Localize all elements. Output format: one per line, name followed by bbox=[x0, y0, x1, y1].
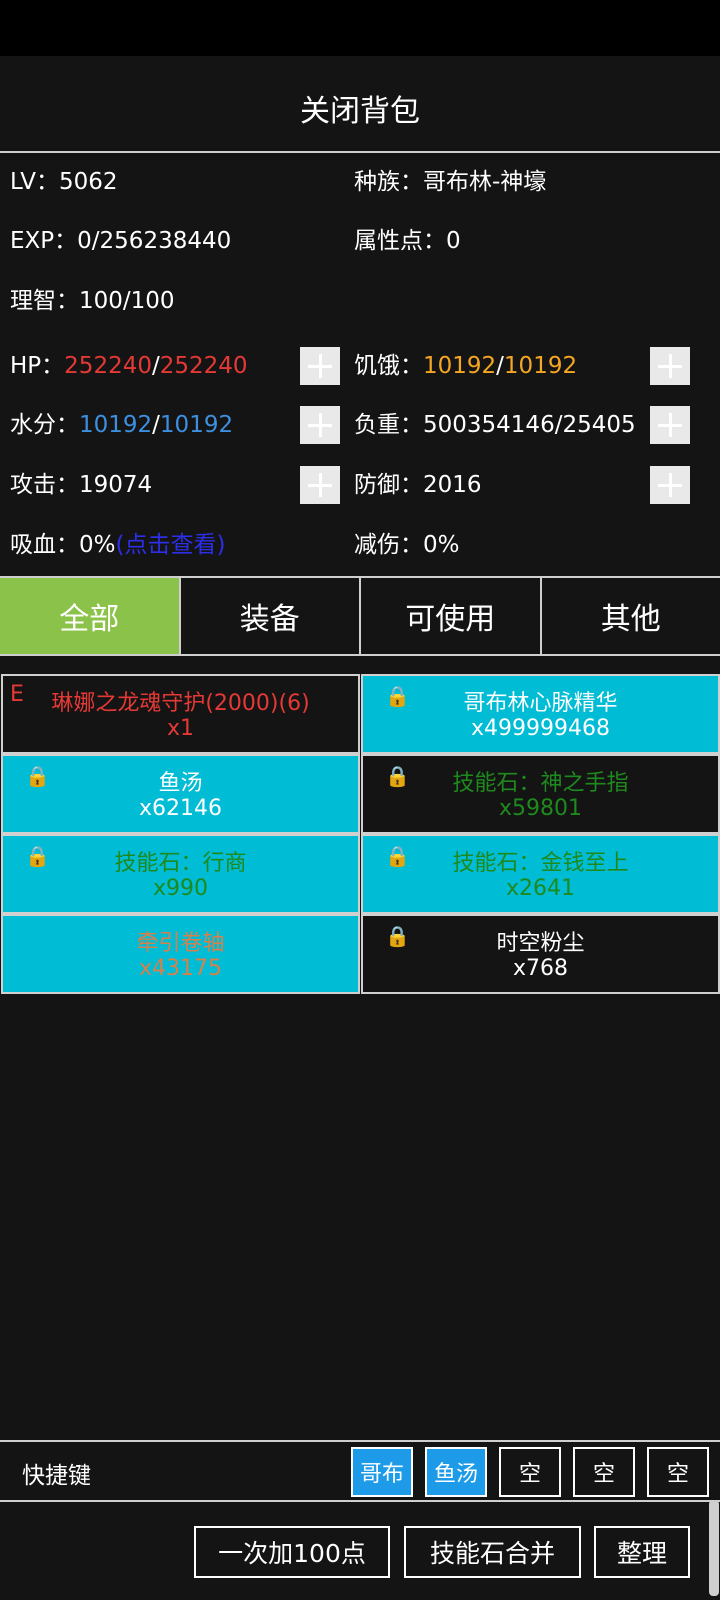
add-100-points-button[interactable]: 一次加100点 bbox=[194, 1526, 390, 1578]
item-name: 哥布林心脉精华 bbox=[463, 691, 618, 716]
hunger-stat: 饥饿：10192/10192 bbox=[354, 350, 577, 382]
category-tabs: 全部 装备 可使用 其他 bbox=[0, 576, 720, 656]
inventory-item[interactable]: 🔒 哥布林心脉精华 x499999468 bbox=[361, 674, 720, 754]
hp-plus-button[interactable] bbox=[300, 347, 340, 385]
lifesteal-label: 吸血：0% bbox=[10, 532, 116, 558]
race-stat: 种族：哥布林-神壕 bbox=[354, 169, 547, 195]
item-name: 技能石：金钱至上 bbox=[452, 851, 629, 876]
header: 关闭背包 bbox=[0, 56, 720, 153]
item-name: 琳娜之龙魂守护(2000)(6) bbox=[51, 691, 310, 716]
hunger-plus-button[interactable] bbox=[650, 347, 690, 385]
water-current: 10192 bbox=[79, 412, 153, 438]
merge-skill-stones-button[interactable]: 技能石合并 bbox=[404, 1526, 581, 1578]
item-quantity: x499999468 bbox=[471, 716, 610, 741]
close-bag-button[interactable]: 关闭背包 bbox=[0, 86, 720, 130]
water-separator: / bbox=[152, 412, 160, 438]
item-name: 技能石：行商 bbox=[114, 851, 247, 876]
hp-label: HP： bbox=[10, 353, 65, 379]
hp-stat: HP：252240/252240 bbox=[10, 350, 248, 382]
quickbar: 快捷键 哥布 鱼汤 空 空 空 bbox=[0, 1440, 720, 1502]
quickbar-slot-5[interactable]: 空 bbox=[647, 1447, 709, 1497]
hunger-label: 饥饿： bbox=[354, 353, 423, 379]
inventory-item[interactable]: 牵引卷轴 x43175 bbox=[1, 914, 360, 994]
inventory-item[interactable]: 🔒 鱼汤 x62146 bbox=[1, 754, 360, 834]
item-quantity: x43175 bbox=[138, 956, 222, 981]
sort-button[interactable]: 整理 bbox=[594, 1526, 690, 1578]
scroll-handle[interactable] bbox=[709, 1500, 719, 1596]
load-plus-button[interactable] bbox=[650, 406, 690, 444]
inventory-item[interactable]: 🔒 技能石：行商 x990 bbox=[1, 834, 360, 914]
water-stat: 水分：10192/10192 bbox=[10, 409, 233, 441]
quickbar-slot-4[interactable]: 空 bbox=[573, 1447, 635, 1497]
tab-other[interactable]: 其他 bbox=[542, 578, 720, 654]
tab-equipment[interactable]: 装备 bbox=[181, 578, 361, 654]
hunger-separator: / bbox=[496, 353, 504, 379]
lifesteal-detail-link[interactable]: (点击查看) bbox=[116, 532, 226, 558]
exp-stat: EXP：0/256238440 bbox=[10, 228, 232, 254]
item-quantity: x1 bbox=[166, 716, 195, 741]
attack-stat: 攻击：19074 bbox=[10, 472, 153, 498]
item-name: 牵引卷轴 bbox=[136, 931, 225, 956]
sanity-stat: 理智：100/100 bbox=[10, 288, 175, 314]
tab-usable[interactable]: 可使用 bbox=[361, 578, 542, 654]
attack-plus-button[interactable] bbox=[300, 466, 340, 504]
item-name: 技能石：神之手指 bbox=[452, 771, 629, 796]
load-stat: 负重：500354146/25405 bbox=[354, 412, 636, 438]
status-bar bbox=[0, 0, 720, 56]
hunger-max: 10192 bbox=[503, 353, 578, 379]
defense-plus-button[interactable] bbox=[650, 466, 690, 504]
hp-current: 252240 bbox=[64, 353, 152, 379]
tab-all[interactable]: 全部 bbox=[0, 578, 181, 654]
hp-max: 252240 bbox=[159, 353, 248, 379]
inventory-item[interactable]: E 琳娜之龙魂守护(2000)(6) x1 bbox=[1, 674, 360, 754]
hp-separator: / bbox=[151, 353, 160, 379]
action-bar: 一次加100点 技能石合并 整理 bbox=[0, 1502, 720, 1600]
item-quantity: x768 bbox=[512, 956, 568, 981]
inventory-item[interactable]: 🔒 时空粉尘 x768 bbox=[361, 914, 720, 994]
item-quantity: x62146 bbox=[138, 796, 222, 821]
water-label: 水分： bbox=[10, 412, 79, 438]
damage-reduction-stat: 减伤：0% bbox=[354, 532, 460, 558]
lifesteal-stat: 吸血：0%(点击查看) bbox=[10, 529, 225, 561]
quickbar-slot-1[interactable]: 哥布 bbox=[351, 1447, 413, 1497]
defense-stat: 防御：2016 bbox=[354, 472, 482, 498]
quickbar-slot-2[interactable]: 鱼汤 bbox=[425, 1447, 487, 1497]
item-name: 鱼汤 bbox=[158, 771, 203, 796]
item-name: 时空粉尘 bbox=[496, 931, 585, 956]
item-quantity: x990 bbox=[152, 876, 208, 901]
inventory-item[interactable]: 🔒 技能石：神之手指 x59801 bbox=[361, 754, 720, 834]
item-quantity: x2641 bbox=[505, 876, 575, 901]
quickbar-label: 快捷键 bbox=[22, 1463, 91, 1489]
water-max: 10192 bbox=[159, 412, 234, 438]
item-quantity: x59801 bbox=[498, 796, 582, 821]
attribute-points-stat: 属性点：0 bbox=[354, 228, 461, 254]
hunger-current: 10192 bbox=[423, 353, 497, 379]
inventory-item[interactable]: 🔒 技能石：金钱至上 x2641 bbox=[361, 834, 720, 914]
quickbar-slot-3[interactable]: 空 bbox=[499, 1447, 561, 1497]
level-stat: LV：5062 bbox=[10, 169, 118, 195]
water-plus-button[interactable] bbox=[300, 406, 340, 444]
